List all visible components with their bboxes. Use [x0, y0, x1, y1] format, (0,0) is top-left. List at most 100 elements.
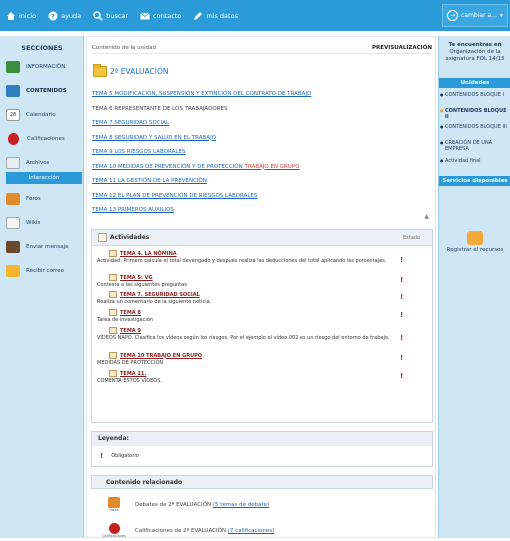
activity-title[interactable]: TEMA 5: VG [120, 275, 153, 281]
forum-icon [6, 193, 20, 205]
required-icon: ! [400, 293, 404, 301]
activity-title[interactable]: TEMA 4. LA NÓMINA [120, 251, 177, 257]
topic-link-row[interactable]: TEMA 10 MEDIDAS DE PREVENCIÓN Y DE PROTE… [92, 160, 432, 175]
topic-link[interactable]: TEMA 5 MODIFICACIÓN, SUSPENSIÓN Y EXTINC… [92, 87, 432, 102]
activity-title[interactable]: TEMA 11. [120, 371, 146, 377]
legend-label: Obligatorio [111, 453, 139, 459]
wiki-icon [6, 217, 20, 229]
sidebar-item-receive-mail[interactable]: Recibir correo [6, 262, 82, 280]
sidebar-item-grades[interactable]: Calificaciones [6, 130, 82, 148]
nav-search[interactable]: buscar [93, 10, 128, 21]
unit-item[interactable]: CONTENIDOS BLOQUE III [440, 124, 509, 130]
location-info: Te encuentras en Organización de la asig… [442, 42, 508, 63]
activity-link[interactable]: TEMA 7. SEGURIDAD SOCIAL [97, 291, 397, 298]
nav-my-data[interactable]: mis datos [193, 11, 238, 21]
sidebar-item-wikis[interactable]: Wikis [6, 214, 82, 232]
topic-link[interactable]: TEMA 12 EL PLAN DE PREVENCIÓN DE RIESGOS… [92, 189, 432, 204]
location-line: Te encuentras en [448, 42, 502, 48]
sidebar-item-label: Wikis [26, 220, 41, 226]
services-header: Servicios disponibles [439, 176, 510, 186]
register-resource-button[interactable]: Registrar el recursos [439, 231, 510, 253]
sidebar-item-calendar[interactable]: 28 Calendario [6, 106, 82, 124]
related-item-link[interactable]: (7 calificaciones) [228, 528, 275, 534]
activities-header: Actividades Estado [92, 230, 432, 246]
arrow-circle-icon: → [447, 10, 459, 21]
activity-title[interactable]: TEMA 9 [120, 328, 141, 334]
svg-text:?: ? [51, 12, 55, 20]
required-icon: ! [400, 372, 404, 380]
unit-item[interactable]: CONTENIDOS BLOQUE I [440, 92, 509, 98]
contents-icon [6, 85, 20, 97]
task-icon [109, 250, 117, 257]
activity-link[interactable]: TEMA 4. LA NÓMINA [97, 250, 397, 257]
activity-title[interactable]: TEMA 8 [120, 310, 141, 316]
activity-description: Actividad. Primero calcula el total deve… [97, 258, 387, 264]
related-item-link[interactable]: (5 temas de debate) [213, 502, 269, 508]
activity-link[interactable]: TEMA 5: VG [97, 274, 397, 281]
activity-link[interactable]: TEMA 9 [97, 327, 397, 334]
activity-description: MEDIDAS DE PROTECCIÓN [97, 360, 164, 366]
topic-link[interactable]: TEMA 13 PRIMEROS AUXILIOS [92, 203, 432, 218]
nav-contact[interactable]: contacto [140, 11, 181, 21]
sidebar-item-label: Calendario [26, 112, 56, 118]
related-item-grades: Calificaciones Calificaciones de 2ª EVAL… [102, 523, 275, 539]
task-icon [109, 352, 117, 359]
unit-item[interactable]: Actividad final [440, 158, 509, 164]
activity-link[interactable]: TEMA 8 [97, 309, 397, 316]
sidebar-item-contents[interactable]: CONTENIDOS [6, 82, 82, 100]
sidebar-item-files[interactable]: Archivos [6, 154, 82, 172]
activity-description: Realiza un comentario de la siguiente no… [97, 299, 212, 305]
state-column-header: Estado [402, 234, 420, 241]
sidebar-item-information[interactable]: INFORMACIÓN [6, 58, 82, 76]
sidebar-item-label: Recibir correo [26, 268, 64, 274]
activity-title[interactable]: TEMA 10 TRABAJO EN GRUPO [120, 353, 202, 359]
grades-icon [8, 133, 19, 145]
resource-icon [467, 231, 483, 245]
topic-link[interactable]: TEMA 11 LA GESTIÓN DE LA PREVENCIÓN [92, 174, 432, 189]
calendar-icon: 28 [6, 109, 20, 121]
activity-item: TEMA 8 Tarea de investigación [97, 309, 397, 323]
sidebar-item-forums[interactable]: Foros [6, 190, 82, 208]
top-navigation-bar: inicio ? ayuda buscar contacto mis datos [0, 0, 510, 31]
sidebar-item-send-message[interactable]: Enviar mensaje [6, 238, 82, 256]
nav-contact-label: contacto [153, 11, 182, 20]
home-icon [6, 11, 16, 21]
activities-title: Actividades [98, 233, 149, 242]
topic-list: TEMA 5 MODIFICACIÓN, SUSPENSIÓN Y EXTINC… [92, 87, 432, 218]
topic-link[interactable]: TEMA 9 LOS RIESGOS LABORALES [92, 145, 432, 160]
change-to-button[interactable]: → cambiar a... ▾ [442, 4, 508, 27]
activity-link[interactable]: TEMA 10 TRABAJO EN GRUPO [97, 352, 397, 359]
location-line: Organización de la [449, 49, 501, 55]
legend-panel: Leyenda: ! Obligatorio [91, 431, 433, 467]
topic-link[interactable]: TEMA 10 MEDIDAS DE PREVENCIÓN Y DE PROTE… [92, 164, 243, 170]
sidebar-item-label: INFORMACIÓN [26, 64, 66, 70]
activity-description: COMENTA ESTOS VÍDEOS. [97, 378, 163, 384]
legend-row: ! Obligatorio [92, 446, 432, 466]
mail-icon [140, 11, 150, 21]
nav-help[interactable]: ? ayuda [48, 11, 81, 21]
evaluation-title: 2ª EVALUACIÓN [93, 64, 168, 77]
required-icon: ! [400, 311, 404, 319]
topic-link[interactable]: TEMA 7 SEGURIDAD SOCIAL [92, 116, 432, 131]
nav-home[interactable]: inicio [6, 11, 36, 21]
activity-description: Contesta a las siguientes preguntas [97, 282, 187, 288]
info-icon [6, 61, 20, 73]
task-icon [109, 370, 117, 377]
task-icon [109, 274, 117, 281]
topic-link[interactable]: TEMA 8 SEGURIDAD Y SALUD EN EL TRABAJO [92, 131, 432, 146]
activity-title[interactable]: TEMA 7. SEGURIDAD SOCIAL [120, 292, 200, 298]
activity-item: TEMA 5: VG Contesta a las siguientes pre… [97, 274, 397, 288]
dropdown-icon: ▾ [499, 12, 503, 19]
nav-links: inicio ? ayuda buscar contacto mis datos [6, 0, 250, 31]
unit-item-current[interactable]: CONTENIDOS BLOQUE II [440, 108, 509, 120]
related-item-text: Calificaciones de 2ª EVALUACIÓN [135, 528, 227, 534]
preview-label[interactable]: PREVISUALIZACIÓN [372, 45, 432, 51]
unit-item[interactable]: CREACIÓN DE UNA EMPRESA [440, 140, 509, 152]
activity-description: Tarea de investigación [97, 317, 153, 323]
nav-home-label: inicio [19, 11, 37, 20]
scroll-up-icon[interactable]: ▲ [424, 213, 429, 220]
activity-link[interactable]: TEMA 11. [97, 370, 397, 377]
search-icon [93, 10, 103, 21]
activity-item: TEMA 9 VÍDEOS NAPO. Clasifica los vídeos… [97, 327, 397, 341]
activities-title-label: Actividades [110, 234, 150, 241]
